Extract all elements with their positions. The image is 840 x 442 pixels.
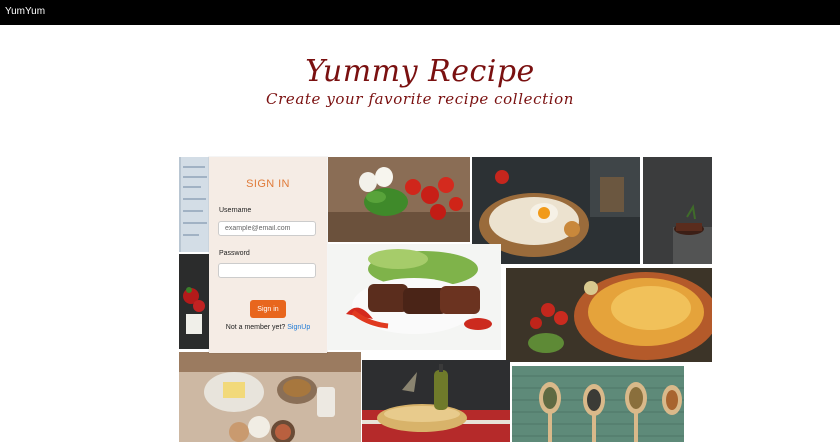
baking-ingredients-image bbox=[179, 352, 361, 442]
food-photo-collage: SIGN IN Username Password Sign in Not a … bbox=[0, 0, 840, 442]
signin-button[interactable]: Sign in bbox=[250, 300, 286, 318]
caprese-image bbox=[328, 157, 470, 242]
password-input[interactable] bbox=[218, 263, 316, 278]
grilled-meat-salad-image bbox=[328, 244, 501, 350]
username-label: Username bbox=[219, 207, 252, 214]
signup-link[interactable]: SignUp bbox=[287, 324, 310, 331]
signup-prompt: Not a member yet? SignUp bbox=[209, 324, 327, 331]
member-prompt-text: Not a member yet? bbox=[225, 324, 286, 331]
spice-spoons-image bbox=[512, 366, 684, 442]
username-input[interactable] bbox=[218, 221, 316, 236]
steak-dark-image bbox=[643, 157, 712, 264]
strawberries-image bbox=[179, 254, 210, 349]
password-label: Password bbox=[219, 250, 250, 257]
signin-title: SIGN IN bbox=[246, 178, 290, 190]
bread-olive-oil-image bbox=[362, 360, 510, 442]
signin-panel: SIGN IN Username Password Sign in Not a … bbox=[209, 157, 327, 353]
lasagna-image bbox=[506, 268, 712, 362]
recipe-notebook-image bbox=[179, 157, 210, 252]
